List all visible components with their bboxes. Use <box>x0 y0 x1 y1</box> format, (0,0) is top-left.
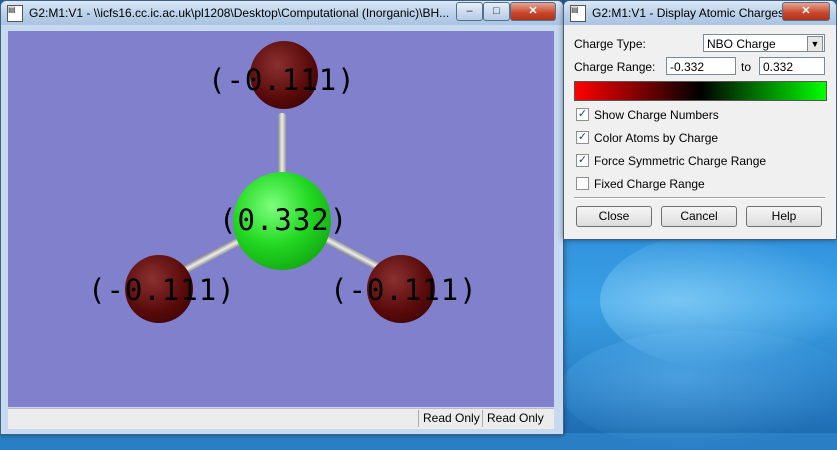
charge-label-h-right: (-0.111) <box>330 273 478 307</box>
dialog-title: G2:M1:V1 - Display Atomic Charges <box>592 6 785 20</box>
minimize-button[interactable]: – <box>456 2 483 21</box>
charge-range-label: Charge Range: <box>574 60 656 74</box>
charge-color-gradient <box>574 81 827 101</box>
charge-label-h-left: (-0.111) <box>88 273 236 307</box>
dialog-close-button[interactable]: ✕ <box>782 2 830 21</box>
display-atomic-charges-dialog: ▤ G2:M1:V1 - Display Atomic Charges ✕ Ch… <box>563 0 837 240</box>
color-atoms-checkbox[interactable]: ✓ <box>576 131 589 144</box>
desktop-swoosh <box>560 330 837 450</box>
force-symmetric-label: Force Symmetric Charge Range <box>594 154 767 168</box>
charge-label-h-top: (-0.111) <box>208 63 356 97</box>
chevron-down-icon[interactable]: ▼ <box>807 36 823 52</box>
charge-type-value: NBO Charge <box>707 37 776 51</box>
range-to-label: to <box>741 60 752 74</box>
main-window: ▤ G2:M1:V1 - \\icfs16.cc.ic.ac.uk\pl1208… <box>0 0 564 435</box>
fixed-range-checkbox[interactable] <box>576 177 589 190</box>
cancel-button[interactable]: Cancel <box>661 206 737 227</box>
molecule-viewport[interactable]: (-0.111) (0.332) (-0.111) (-0.111) <box>8 31 554 407</box>
main-window-titlebar[interactable]: ▤ G2:M1:V1 - \\icfs16.cc.ic.ac.uk\pl1208… <box>1 1 563 25</box>
range-min-input[interactable]: -0.332 <box>666 57 736 75</box>
gaussview-app-icon: ▤ <box>570 5 586 22</box>
close-button[interactable]: ✕ <box>510 2 556 21</box>
force-symmetric-checkbox[interactable]: ✓ <box>576 154 589 167</box>
help-button[interactable]: Help <box>746 206 822 227</box>
show-charge-numbers-checkbox[interactable]: ✓ <box>576 108 589 121</box>
charge-type-label: Charge Type: <box>574 37 646 51</box>
charge-label-b: (0.332) <box>219 203 349 237</box>
dialog-titlebar[interactable]: ▤ G2:M1:V1 - Display Atomic Charges ✕ <box>564 1 836 25</box>
charge-type-dropdown[interactable]: NBO Charge ▼ <box>703 34 825 52</box>
status-read-only: Read Only <box>418 410 484 427</box>
show-charge-numbers-label: Show Charge Numbers <box>594 108 719 122</box>
close-dialog-button[interactable]: Close <box>576 206 652 227</box>
dialog-body: Charge Type: NBO Charge ▼ Charge Range: … <box>570 29 830 233</box>
range-max-input[interactable]: 0.332 <box>759 57 825 75</box>
gaussview-app-icon: ▤ <box>7 5 23 22</box>
status-bar: Read Only Read Only <box>8 408 554 429</box>
divider <box>574 197 825 199</box>
maximize-button[interactable]: □ <box>483 2 510 21</box>
color-atoms-label: Color Atoms by Charge <box>594 131 719 145</box>
main-window-title: G2:M1:V1 - \\icfs16.cc.ic.ac.uk\pl1208\D… <box>29 6 449 20</box>
status-read-only: Read Only <box>482 410 548 427</box>
fixed-range-label: Fixed Charge Range <box>594 177 705 191</box>
